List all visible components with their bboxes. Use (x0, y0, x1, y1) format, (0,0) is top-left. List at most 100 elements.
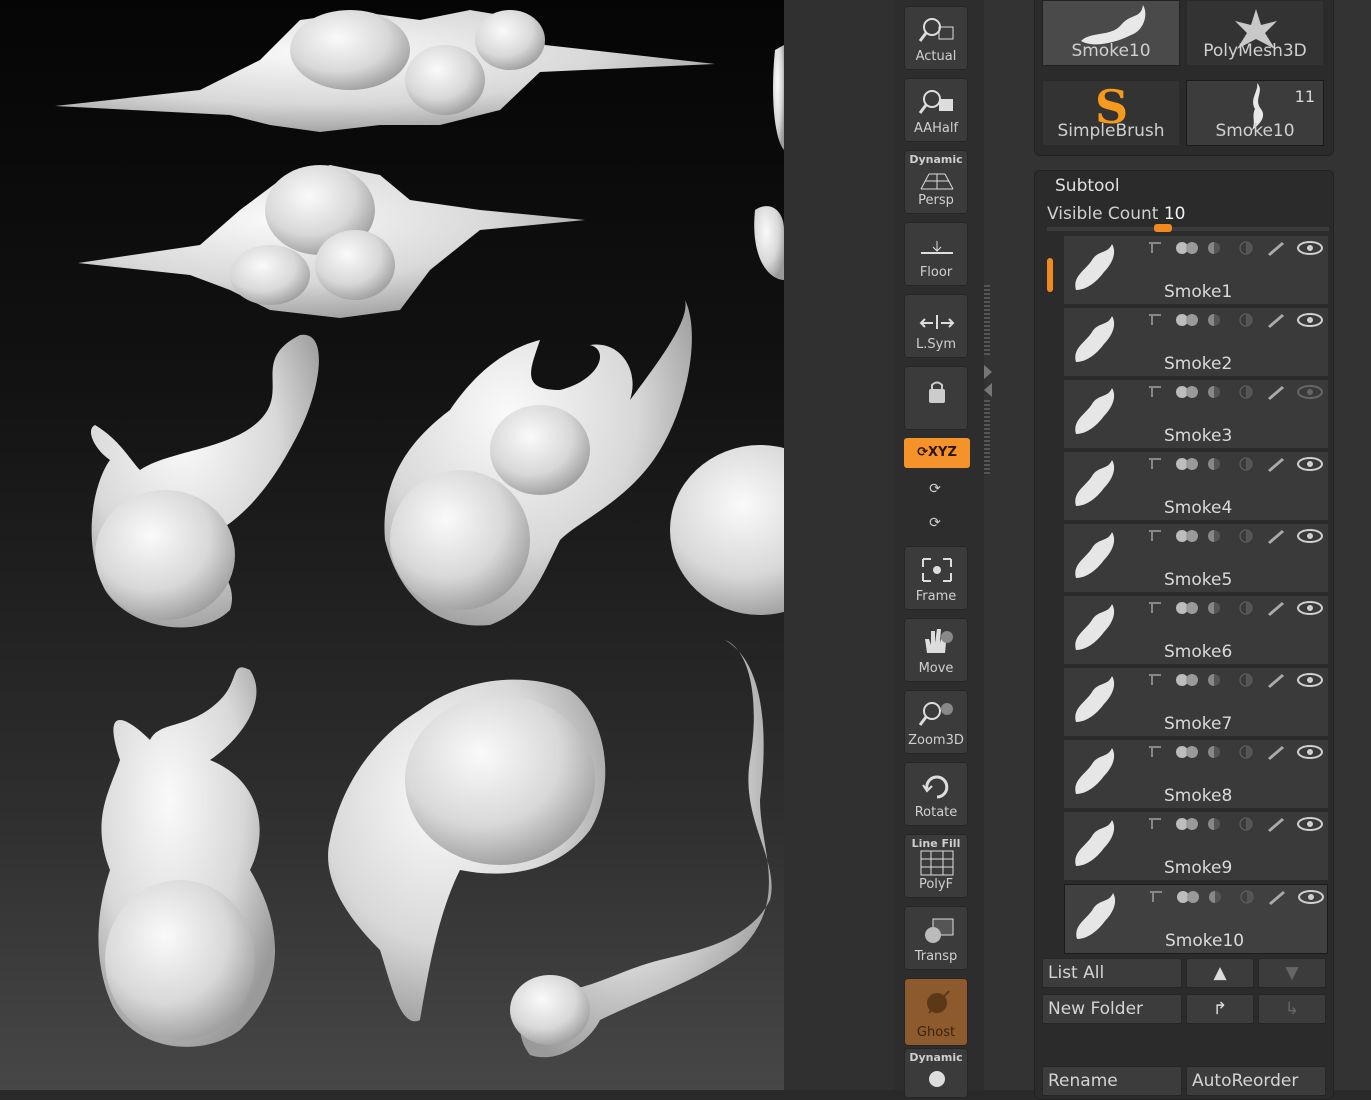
expand-arrow-icon[interactable] (984, 365, 992, 379)
polypaint-icon[interactable] (1174, 456, 1198, 472)
brush-icon[interactable] (1266, 240, 1286, 256)
polypaint-icon[interactable] (1174, 744, 1198, 760)
solo-icon[interactable] (1204, 672, 1224, 688)
polypaint-icon[interactable] (1175, 889, 1199, 905)
merge-icon[interactable] (1236, 744, 1256, 760)
folder-arrow-icon[interactable] (1147, 889, 1167, 905)
subtool-list-scroll-thumb[interactable] (1047, 258, 1053, 292)
brush-icon[interactable] (1266, 816, 1286, 832)
frame-button[interactable]: Frame (904, 546, 968, 610)
brush-icon[interactable] (1266, 312, 1286, 328)
list-all-button[interactable]: List All (1042, 958, 1182, 988)
transp-button[interactable]: Transp (904, 906, 968, 970)
polypaint-icon[interactable] (1174, 240, 1198, 256)
subtool-row[interactable]: Smoke1 (1064, 236, 1328, 306)
solo-icon[interactable] (1204, 528, 1224, 544)
move-up-button[interactable]: ▲ (1186, 958, 1254, 988)
subtool-list-scrollbar[interactable] (1045, 238, 1055, 953)
insert-down-button[interactable]: ↳ (1258, 994, 1326, 1024)
folder-arrow-icon[interactable] (1146, 600, 1166, 616)
visibility-eye-icon[interactable] (1296, 312, 1323, 328)
subtool-row[interactable]: Smoke9 (1064, 812, 1328, 882)
tool-thumb-smoke10-subtools[interactable]: 11 Smoke10 (1186, 80, 1324, 146)
collapse-arrow-icon[interactable] (984, 383, 992, 397)
folder-arrow-icon[interactable] (1146, 672, 1166, 688)
merge-icon[interactable] (1236, 528, 1256, 544)
aahalf-button[interactable]: AAHalf (904, 78, 968, 142)
merge-icon[interactable] (1236, 312, 1256, 328)
solo-icon[interactable] (1204, 744, 1224, 760)
rename-button[interactable]: Rename (1042, 1066, 1182, 1096)
subtool-row[interactable]: Smoke8 (1064, 740, 1328, 810)
polypaint-icon[interactable] (1174, 528, 1198, 544)
solo-icon[interactable] (1204, 240, 1224, 256)
brush-icon[interactable] (1266, 528, 1286, 544)
folder-arrow-icon[interactable] (1146, 312, 1166, 328)
visibility-eye-icon[interactable] (1296, 816, 1323, 832)
folder-arrow-icon[interactable] (1146, 456, 1166, 472)
visibility-eye-icon[interactable] (1296, 672, 1323, 688)
solo-icon[interactable] (1204, 312, 1224, 328)
visible-count-slider[interactable] (1047, 224, 1329, 232)
solo-icon[interactable] (1204, 600, 1224, 616)
ghost-button[interactable]: Ghost (904, 978, 968, 1046)
floor-button[interactable]: Floor (904, 222, 968, 286)
insert-up-button[interactable]: ↱ (1186, 994, 1254, 1024)
solo-icon[interactable] (1204, 384, 1224, 400)
subtool-title[interactable]: Subtool (1055, 176, 1120, 196)
merge-icon[interactable] (1236, 672, 1256, 688)
solo-icon[interactable] (1204, 816, 1224, 832)
polypaint-icon[interactable] (1174, 672, 1198, 688)
merge-icon[interactable] (1236, 384, 1256, 400)
visibility-eye-icon[interactable] (1296, 528, 1323, 544)
zoom3d-button[interactable]: Zoom3D (904, 690, 968, 754)
visibility-eye-icon[interactable] (1296, 240, 1323, 256)
visibility-eye-icon[interactable] (1296, 600, 1323, 616)
visibility-eye-icon[interactable] (1296, 744, 1323, 760)
merge-icon[interactable] (1237, 889, 1257, 905)
dynamic-bottom-button[interactable]: Dynamic (904, 1048, 968, 1098)
rotate-xyz-button[interactable]: ⟳XYZ (904, 438, 970, 468)
folder-arrow-icon[interactable] (1146, 384, 1166, 400)
solo-icon[interactable] (1205, 889, 1225, 905)
move-down-button[interactable]: ▼ (1258, 958, 1326, 988)
polypaint-icon[interactable] (1174, 600, 1198, 616)
subtool-row[interactable]: Smoke4 (1064, 452, 1328, 522)
tool-thumb-polymesh3d[interactable]: PolyMesh3D (1186, 0, 1324, 66)
subtool-row[interactable]: Smoke5 (1064, 524, 1328, 594)
viewport-canvas[interactable] (0, 0, 784, 1090)
subtool-row[interactable]: Smoke6 (1064, 596, 1328, 666)
tool-thumb-smoke10-active[interactable]: Smoke10 (1042, 0, 1180, 66)
visibility-eye-icon[interactable] (1296, 384, 1323, 400)
splitter-grip-bottom[interactable] (984, 400, 990, 475)
merge-icon[interactable] (1236, 240, 1256, 256)
move-button[interactable]: Move (904, 618, 968, 682)
actual-button[interactable]: Actual (904, 6, 968, 70)
autoreorder-button[interactable]: AutoReorder (1186, 1066, 1326, 1096)
brush-icon[interactable] (1266, 672, 1286, 688)
folder-arrow-icon[interactable] (1146, 744, 1166, 760)
rotate-z-icon[interactable]: ⟳ (922, 510, 948, 536)
merge-icon[interactable] (1236, 816, 1256, 832)
local-transform-button[interactable] (904, 366, 968, 430)
merge-icon[interactable] (1236, 456, 1256, 472)
subtool-row[interactable]: Smoke3 (1064, 380, 1328, 450)
subtool-row[interactable]: Smoke10 (1064, 884, 1328, 954)
tool-thumb-simplebrush[interactable]: S SimpleBrush (1042, 80, 1180, 146)
rotate-y-icon[interactable]: ⟳ (922, 476, 948, 502)
brush-icon[interactable] (1266, 744, 1286, 760)
subtool-row[interactable]: Smoke7 (1064, 668, 1328, 738)
folder-arrow-icon[interactable] (1146, 816, 1166, 832)
polypaint-icon[interactable] (1174, 816, 1198, 832)
panel-splitter[interactable] (984, 0, 1030, 1090)
splitter-grip-top[interactable] (984, 285, 990, 355)
rotate-button[interactable]: Rotate (904, 762, 968, 826)
polyf-button[interactable]: Line Fill PolyF (904, 834, 968, 898)
brush-icon[interactable] (1266, 600, 1286, 616)
visible-count-knob[interactable] (1154, 224, 1172, 232)
persp-button[interactable]: Dynamic Persp (904, 150, 968, 214)
polypaint-icon[interactable] (1174, 312, 1198, 328)
lsym-button[interactable]: L.Sym (904, 294, 968, 358)
folder-arrow-icon[interactable] (1146, 528, 1166, 544)
brush-icon[interactable] (1266, 456, 1286, 472)
